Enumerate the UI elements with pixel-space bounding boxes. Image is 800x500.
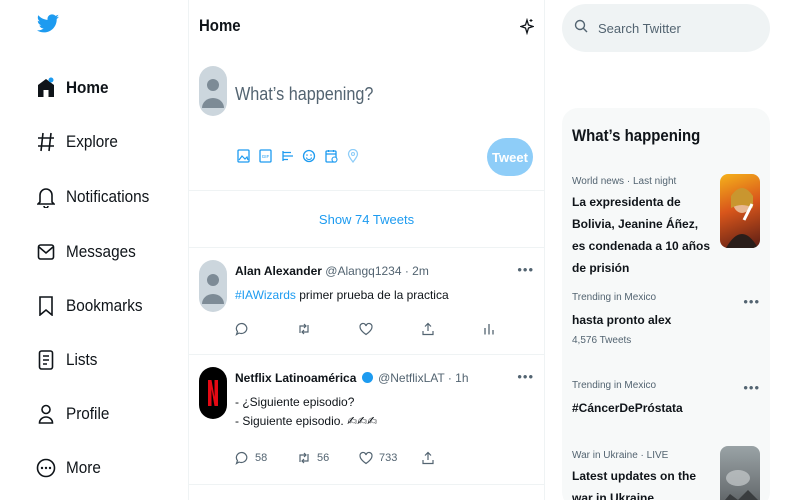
whats-happening-panel: What’s happening World news · Last night… bbox=[562, 108, 770, 500]
page-title: Home bbox=[199, 16, 241, 35]
like-button[interactable]: 733 bbox=[359, 451, 421, 465]
tweet-header: Netflix Latinoamérica @NetflixLAT · 1h bbox=[235, 371, 469, 385]
nav-label-bookmarks: Bookmarks bbox=[66, 296, 143, 315]
nav-item-more[interactable]: More bbox=[30, 448, 105, 488]
reply-icon bbox=[235, 451, 248, 465]
image-icon[interactable] bbox=[235, 148, 251, 164]
trend-title: La expresidenta de Bolivia, Jeanine Áñez… bbox=[572, 195, 711, 275]
bookmark-icon bbox=[30, 296, 62, 316]
list-icon bbox=[30, 350, 62, 370]
trend-title: #CáncerDePróstata bbox=[572, 401, 683, 415]
verified-badge-icon bbox=[361, 372, 373, 383]
compose-input[interactable]: What’s happening? bbox=[235, 84, 373, 105]
trend-thumbnail bbox=[720, 174, 760, 248]
tweet-text: - ¿Siguiente episodio? - Siguiente episo… bbox=[235, 393, 377, 431]
nav-item-explore[interactable]: Explore bbox=[30, 122, 124, 162]
nav-label-explore: Explore bbox=[66, 132, 118, 151]
analytics-icon[interactable] bbox=[483, 322, 495, 336]
emoji-icon[interactable] bbox=[301, 148, 317, 164]
netflix-avatar-icon[interactable] bbox=[199, 367, 227, 419]
trend-title: Latest updates on the war in Ukraine bbox=[572, 469, 697, 500]
retweet-icon[interactable] bbox=[297, 322, 359, 336]
nav-label-home: Home bbox=[66, 78, 109, 97]
compose-avatar[interactable] bbox=[199, 66, 227, 116]
envelope-icon bbox=[30, 243, 62, 261]
tweet-text-body: primer prueba de la practica bbox=[295, 288, 449, 302]
trends-title: What’s happening bbox=[572, 126, 701, 145]
nav-item-profile[interactable]: Profile bbox=[30, 394, 114, 434]
tweet-button[interactable]: Tweet bbox=[487, 138, 533, 176]
schedule-icon[interactable] bbox=[323, 148, 339, 164]
tweet-actions: 58 56 733 bbox=[235, 451, 435, 465]
trend-meta: Trending in Mexico bbox=[572, 292, 657, 303]
timeline: Home What’s happening? GIF Tweet Show 74… bbox=[188, 0, 545, 500]
like-icon[interactable] bbox=[359, 322, 421, 336]
nav-label-more: More bbox=[66, 458, 101, 477]
twitter-logo-icon[interactable] bbox=[36, 14, 60, 38]
nav-label-messages: Messages bbox=[66, 242, 136, 261]
nav-label-profile: Profile bbox=[66, 404, 110, 423]
home-icon bbox=[30, 77, 62, 99]
tweet-author-handle[interactable]: @Alangq1234 · 2m bbox=[325, 264, 429, 278]
tweet-author-name[interactable]: Alan Alexander bbox=[235, 264, 322, 278]
search-icon bbox=[574, 19, 588, 38]
retweet-button[interactable]: 56 bbox=[297, 451, 359, 465]
tweet-actions bbox=[235, 322, 495, 336]
trend-meta: Trending in Mexico bbox=[572, 380, 657, 391]
tweet-text: #IAWizards primer prueba de la practica bbox=[235, 286, 449, 305]
right-sidebar: Search Twitter What’s happening World ne… bbox=[545, 0, 800, 500]
tweet-item[interactable]: Alan Alexander @Alangq1234 · 2m ••• #IAW… bbox=[189, 248, 544, 354]
tweet-more-icon[interactable]: ••• bbox=[517, 369, 534, 384]
nav-item-home[interactable]: Home bbox=[30, 68, 113, 108]
tweet-hashtag[interactable]: #IAWizards bbox=[235, 288, 296, 302]
tweet-line-2: - Siguiente episodio. ✍✍✍ bbox=[235, 414, 378, 428]
reply-button[interactable]: 58 bbox=[235, 451, 297, 465]
trend-item[interactable]: Trending in Mexico #CáncerDePróstata bbox=[572, 380, 762, 419]
nav-item-bookmarks[interactable]: Bookmarks bbox=[30, 286, 151, 326]
tweet-author-handle[interactable]: @NetflixLAT · 1h bbox=[378, 371, 468, 385]
left-sidebar: Home Explore Notifications Messages Book… bbox=[0, 0, 188, 500]
svg-text:GIF: GIF bbox=[261, 154, 269, 159]
more-circle-icon bbox=[30, 458, 62, 478]
tweet-item[interactable]: Netflix Latinoamérica @NetflixLAT · 1h •… bbox=[189, 355, 544, 485]
tweet-author-name[interactable]: Netflix Latinoamérica bbox=[235, 371, 356, 385]
location-icon[interactable] bbox=[345, 148, 361, 164]
like-icon bbox=[359, 451, 373, 465]
tweet-avatar[interactable] bbox=[199, 260, 227, 312]
reply-count: 58 bbox=[255, 452, 268, 464]
share-icon[interactable] bbox=[421, 451, 435, 465]
like-count: 733 bbox=[379, 452, 398, 464]
tweet-header: Alan Alexander @Alangq1234 · 2m bbox=[235, 264, 429, 278]
share-icon[interactable] bbox=[421, 322, 483, 336]
bell-icon bbox=[30, 186, 62, 208]
nav-item-messages[interactable]: Messages bbox=[30, 232, 143, 272]
person-icon bbox=[30, 404, 62, 424]
trend-item[interactable]: Trending in Mexico hasta pronto alex 4,5… bbox=[572, 292, 762, 346]
nav-item-lists[interactable]: Lists bbox=[30, 340, 101, 380]
search-input[interactable]: Search Twitter bbox=[598, 21, 681, 36]
nav-label-notifications: Notifications bbox=[66, 187, 150, 206]
trend-title: hasta pronto alex bbox=[572, 313, 672, 327]
hashtag-icon bbox=[30, 132, 62, 152]
retweet-count: 56 bbox=[317, 452, 330, 464]
search-box[interactable]: Search Twitter bbox=[562, 4, 770, 52]
poll-icon[interactable] bbox=[279, 148, 295, 164]
nav-label-lists: Lists bbox=[66, 350, 98, 369]
trend-tweet-count: 4,576 Tweets bbox=[572, 335, 632, 346]
compose-toolbar: GIF bbox=[235, 148, 361, 164]
trend-more-icon[interactable]: ••• bbox=[743, 294, 760, 309]
retweet-icon bbox=[299, 452, 309, 464]
tweet-more-icon[interactable]: ••• bbox=[517, 262, 534, 277]
trend-more-icon[interactable]: ••• bbox=[743, 380, 760, 395]
show-new-tweets-link[interactable]: Show 74 Tweets bbox=[189, 191, 544, 247]
sparkle-icon[interactable] bbox=[518, 17, 536, 41]
gif-icon[interactable]: GIF bbox=[257, 148, 273, 164]
divider bbox=[189, 484, 544, 485]
tweet-line-1: - ¿Siguiente episodio? bbox=[235, 395, 355, 409]
reply-icon[interactable] bbox=[235, 322, 297, 336]
trend-thumbnail bbox=[720, 446, 760, 500]
nav-item-notifications[interactable]: Notifications bbox=[30, 177, 159, 217]
